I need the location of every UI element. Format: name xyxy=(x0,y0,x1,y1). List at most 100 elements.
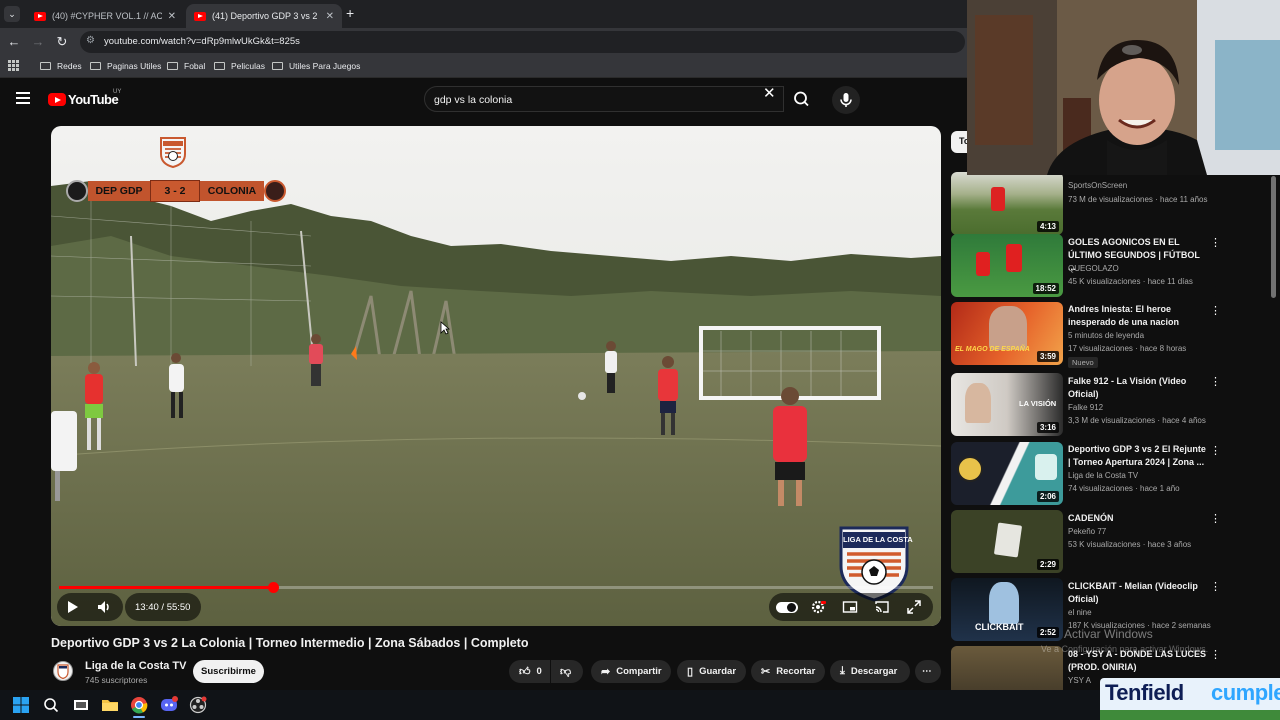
download-label: Descargar xyxy=(850,666,898,677)
recommendation-item[interactable]: EL MAGO DE ESPAÑA 3:59 Andres Iniesta: E… xyxy=(951,302,1221,368)
bookmark-utiles-para-juegos[interactable]: Utiles Para Juegos xyxy=(272,61,360,71)
recommendation-item[interactable]: LA VISIÓN 3:16 Falke 912 - La Visión (Vi… xyxy=(951,373,1221,437)
apps-grid-icon[interactable] xyxy=(8,60,19,71)
menu-icon[interactable] xyxy=(16,92,30,104)
more-vert-icon[interactable]: ⋮ xyxy=(1210,580,1221,593)
recommendation-channel: SportsOnScreen xyxy=(1068,181,1128,190)
recommendation-item[interactable]: 18:52 GOLES AGONICOS EN EL ÚLTIMO SEGUND… xyxy=(951,234,1221,298)
site-info-icon[interactable]: ⚙ xyxy=(86,35,95,46)
close-tab-icon[interactable]: ✕ xyxy=(168,11,176,22)
video-player[interactable]: DEP GDP 3 - 2 COLONIA LIGA DE LA COSTA 1… xyxy=(51,126,941,626)
tenfield-text: Tenfield xyxy=(1105,680,1184,705)
clip-button[interactable]: ✂ Recortar xyxy=(751,660,825,683)
more-actions-button[interactable]: ⋯ xyxy=(915,660,941,683)
recommendation-title[interactable]: CLICKBAIT - Melian (Videoclip Oficial) xyxy=(1068,580,1208,605)
recommendation-title[interactable]: Falke 912 - La Visión (Video Oficial) xyxy=(1068,375,1208,400)
more-vert-icon[interactable]: ⋮ xyxy=(1210,512,1221,525)
youtube-logo-icon[interactable] xyxy=(48,93,66,106)
share-button[interactable]: ➦ Compartir xyxy=(591,660,671,683)
time-display: 13:40 / 55:50 xyxy=(135,602,191,613)
more-vert-icon[interactable]: ⋮ xyxy=(1210,375,1221,388)
obs-icon[interactable] xyxy=(189,696,207,714)
league-crest-icon xyxy=(160,137,186,168)
forward-arrow-icon[interactable]: → xyxy=(30,34,46,50)
play-icon[interactable] xyxy=(64,599,80,615)
bookmark-redes[interactable]: Redes xyxy=(40,61,82,71)
recommendation-title[interactable]: Andres Iniesta: El heroe inesperado de u… xyxy=(1068,303,1208,328)
more-vert-icon[interactable]: ⋮ xyxy=(1210,648,1221,661)
video-duration: 3:16 xyxy=(1036,422,1059,433)
youtube-header: YouTube UY gdp vs la colonia ✕ xyxy=(0,78,967,120)
search-button[interactable] xyxy=(786,86,818,112)
video-thumbnail[interactable]: 4:13 xyxy=(951,172,1063,235)
chrome-icon[interactable] xyxy=(130,696,148,714)
subscribe-button[interactable]: Suscribirme xyxy=(193,660,264,683)
video-thumbnail[interactable]: EL MAGO DE ESPAÑA 3:59 xyxy=(951,302,1063,365)
recommendations-list: 4:13 SportsOnScreen 73 M de visualizacio… xyxy=(951,170,1280,690)
more-horizontal-icon: ⋯ xyxy=(922,666,932,677)
task-view-icon[interactable] xyxy=(72,696,90,714)
bookmark-label: Utiles Para Juegos xyxy=(289,61,361,71)
fullscreen-icon[interactable] xyxy=(906,599,922,615)
video-duration: 3:59 xyxy=(1036,351,1059,362)
new-tab-button[interactable]: + xyxy=(346,5,354,21)
taskbar-search-icon[interactable] xyxy=(42,696,60,714)
more-vert-icon[interactable]: ⋮ xyxy=(1210,236,1221,249)
recommendation-title[interactable]: Deportivo GDP 3 vs 2 El Rejunte | Torneo… xyxy=(1068,443,1208,468)
bookmark-fobal[interactable]: Fobal xyxy=(167,61,205,71)
video-duration: 2:29 xyxy=(1036,559,1059,570)
download-button[interactable]: ⤓ Descargar xyxy=(830,660,910,683)
url-bar[interactable]: ⚙ youtube.com/watch?v=dRp9mlwUkGk&t=825s xyxy=(80,31,965,53)
bookmark-paginas-utiles[interactable]: Paginas Utiles xyxy=(90,61,161,71)
save-label: Guardar xyxy=(699,666,737,677)
more-vert-icon[interactable]: ⋮ xyxy=(1210,444,1221,457)
browser-tab-deportivo[interactable]: (41) Deportivo GDP 3 vs 2 La Co ✕ xyxy=(186,4,342,28)
file-explorer-icon[interactable] xyxy=(101,696,119,714)
video-thumbnail[interactable]: 18:52 xyxy=(951,234,1063,297)
back-arrow-icon[interactable]: ← xyxy=(6,34,22,50)
discord-icon[interactable] xyxy=(160,696,178,714)
browser-tab-cypher[interactable]: (40) #CYPHER VOL.1 // ACRU S ✕ xyxy=(26,4,184,28)
progress-bar[interactable] xyxy=(59,582,933,593)
activate-windows-subtitle: Ve a Configuración para activar Windows. xyxy=(1041,644,1209,654)
settings-gear-icon[interactable] xyxy=(810,599,826,615)
recommendation-title[interactable]: CADENÓN xyxy=(1068,512,1208,525)
dislike-button[interactable]: 👎︎ xyxy=(551,660,583,683)
video-thumbnail[interactable]: LA VISIÓN 3:16 xyxy=(951,373,1063,436)
cast-icon[interactable] xyxy=(874,599,890,615)
recommendation-item[interactable]: 2:29 CADENÓN Pekeño 77 53 K visualizacio… xyxy=(951,510,1221,574)
search-input[interactable]: gdp vs la colonia xyxy=(424,86,784,112)
reload-icon[interactable]: ↻ xyxy=(54,34,70,50)
bookmark-label: Peliculas xyxy=(231,61,266,71)
home-team-crest-icon xyxy=(66,180,88,202)
recommendation-channel: Liga de la Costa TV xyxy=(1068,471,1139,480)
video-thumbnail[interactable]: CLICKBAIT 2:52 xyxy=(951,578,1063,641)
save-button[interactable]: ▯ Guardar xyxy=(677,660,746,683)
windows-start-icon[interactable] xyxy=(12,696,30,714)
channel-name[interactable]: Liga de la Costa TV xyxy=(85,660,186,672)
tab-search-button[interactable]: ⌄ xyxy=(4,6,20,22)
recommendation-item[interactable]: 4:13 SportsOnScreen 73 M de visualizacio… xyxy=(951,172,1221,236)
recommendation-item[interactable]: 2:06 Deportivo GDP 3 vs 2 El Rejunte | T… xyxy=(951,442,1221,506)
voice-search-button[interactable] xyxy=(832,86,860,114)
recommendation-channel: QUEGOLAZO xyxy=(1068,264,1119,273)
video-duration: 18:52 xyxy=(1032,283,1059,294)
webcam-overlay xyxy=(967,0,1280,175)
autoplay-toggle-knob xyxy=(787,603,796,612)
folder-icon xyxy=(214,62,225,70)
clear-search-icon[interactable]: ✕ xyxy=(763,85,776,103)
like-button[interactable]: 👍︎ 0 xyxy=(509,660,550,683)
video-thumbnail[interactable]: 2:06 xyxy=(951,442,1063,505)
youtube-logo-text[interactable]: YouTube xyxy=(68,92,119,107)
bookmark-label: Redes xyxy=(57,61,82,71)
download-icon: ⤓ xyxy=(840,665,845,677)
video-thumbnail[interactable]: 2:29 xyxy=(951,510,1063,573)
autoplay-toggle[interactable] xyxy=(776,602,798,613)
more-vert-icon[interactable]: ⋮ xyxy=(1210,304,1221,317)
bookmark-peliculas[interactable]: Peliculas xyxy=(214,61,265,71)
close-tab-icon[interactable]: ✕ xyxy=(326,11,334,22)
miniplayer-icon[interactable] xyxy=(842,599,858,615)
volume-icon[interactable] xyxy=(96,599,112,615)
recommendation-meta: 53 K visualizaciones · hace 3 años xyxy=(1068,540,1192,549)
channel-avatar[interactable] xyxy=(53,661,73,681)
